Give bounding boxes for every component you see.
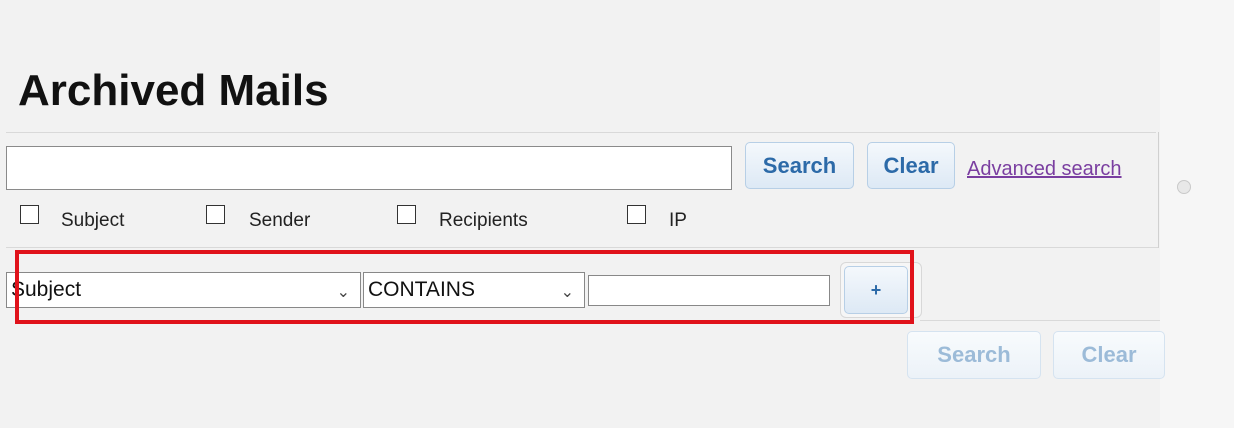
divider — [920, 320, 1160, 321]
radio-icon[interactable] — [1177, 180, 1191, 194]
recipients-checkbox[interactable] — [397, 205, 416, 224]
sender-checkbox-label: Sender — [249, 210, 311, 231]
page-title: Archived Mails — [18, 66, 329, 115]
search-input[interactable] — [6, 146, 732, 190]
divider — [6, 132, 1156, 133]
sender-checkbox[interactable] — [206, 205, 225, 224]
divider — [1158, 132, 1159, 248]
advanced-clear-button[interactable]: Clear — [1053, 331, 1165, 379]
recipients-checkbox-label: Recipients — [439, 210, 528, 231]
divider — [6, 247, 1158, 248]
search-button[interactable]: Search — [745, 142, 854, 189]
subject-checkbox[interactable] — [20, 205, 39, 224]
advanced-search-link[interactable]: Advanced search — [967, 158, 1122, 181]
subject-checkbox-label: Subject — [61, 210, 125, 231]
highlight-box — [15, 250, 914, 324]
advanced-search-button[interactable]: Search — [907, 331, 1041, 379]
clear-button[interactable]: Clear — [867, 142, 955, 189]
ip-checkbox-label: IP — [669, 210, 687, 231]
ip-checkbox[interactable] — [627, 205, 646, 224]
